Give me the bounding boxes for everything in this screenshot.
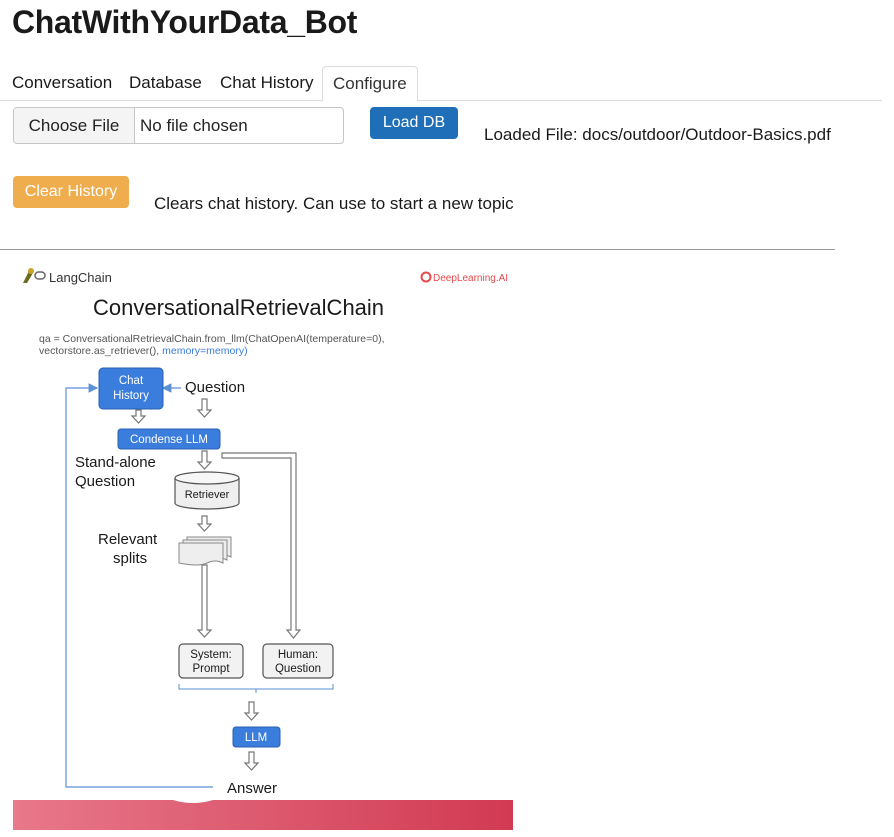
app-title: ChatWithYourData_Bot	[12, 4, 358, 40]
question-label: Question	[185, 379, 245, 396]
code-line-2: vectorstore.as_retriever(), memory=memor…	[39, 345, 248, 357]
llm-label: LLM	[245, 732, 267, 744]
condense-llm-label: Condense LLM	[130, 434, 208, 446]
deeplearning-logo-text: DeepLearning.AI	[433, 273, 508, 284]
arrow-history-to-condense	[130, 409, 147, 424]
chain-diagram: LangChain DeepLearning.AI Conversational…	[13, 268, 513, 830]
prompts-bracket	[178, 684, 334, 693]
arrow-condense-to-retriever	[196, 450, 213, 470]
chat-history-label-2: History	[113, 390, 149, 402]
arrow-retriever-to-splits	[196, 515, 213, 532]
tab-configure[interactable]: Configure	[322, 66, 418, 102]
arrow-prompts-to-llm	[243, 701, 260, 721]
human-question-label-2: Question	[275, 663, 321, 675]
hollow-arrows	[130, 398, 302, 771]
tab-database[interactable]: Database	[129, 66, 202, 100]
chat-history-label-1: Chat	[119, 375, 144, 387]
relevant-splits-label-1: Relevant	[98, 531, 158, 548]
deeplearning-logo-icon	[420, 271, 432, 283]
arrow-splits-to-system	[196, 564, 213, 638]
standalone-question-label-2: Question	[75, 473, 135, 490]
load-db-button[interactable]: Load DB	[370, 107, 458, 139]
loaded-file-text: Loaded File: docs/outdoor/Outdoor-Basics…	[484, 125, 831, 144]
tab-conversation[interactable]: Conversation	[12, 66, 112, 100]
system-prompt-label-1: System:	[190, 649, 232, 661]
arrow-question-to-condense	[196, 398, 213, 418]
relevant-splits-label-2: splits	[113, 550, 147, 567]
tab-chat-history[interactable]: Chat History	[220, 66, 314, 100]
chain-diagram-image: LangChain DeepLearning.AI Conversational…	[13, 262, 513, 830]
retriever-label: Retriever	[185, 489, 230, 501]
file-input[interactable]: Choose File No file chosen	[13, 107, 344, 144]
system-prompt-label-2: Prompt	[192, 663, 230, 675]
parrot-link-icon	[23, 268, 46, 283]
diagram-title: ConversationalRetrievalChain	[93, 295, 384, 320]
document-stack-icon	[178, 536, 232, 566]
langchain-logo-text: LangChain	[49, 270, 112, 285]
choose-file-button[interactable]: Choose File	[14, 108, 135, 143]
section-divider	[0, 249, 835, 250]
tab-bar: Conversation Database Chat History Confi…	[0, 66, 882, 102]
human-question-label-1: Human:	[278, 649, 318, 661]
arrow-llm-to-answer	[243, 751, 260, 771]
standalone-question-label-1: Stand-alone	[75, 454, 156, 471]
clear-history-button[interactable]: Clear History	[13, 176, 129, 208]
diagram-footer-band	[13, 800, 513, 830]
code-line-1: qa = ConversationalRetrievalChain.from_l…	[39, 333, 385, 345]
answer-label: Answer	[227, 780, 277, 797]
clear-history-description: Clears chat history. Can use to start a …	[154, 194, 514, 213]
file-status-text: No file chosen	[140, 116, 248, 135]
